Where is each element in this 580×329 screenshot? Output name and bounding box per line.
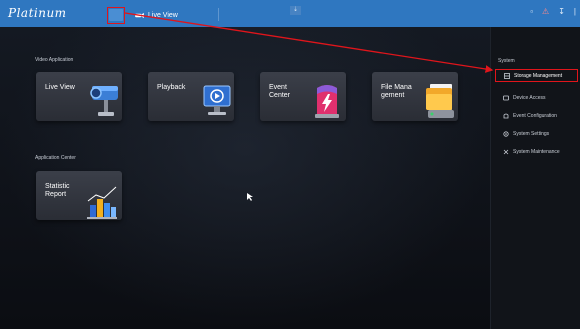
annotation-arrow [124,12,494,73]
